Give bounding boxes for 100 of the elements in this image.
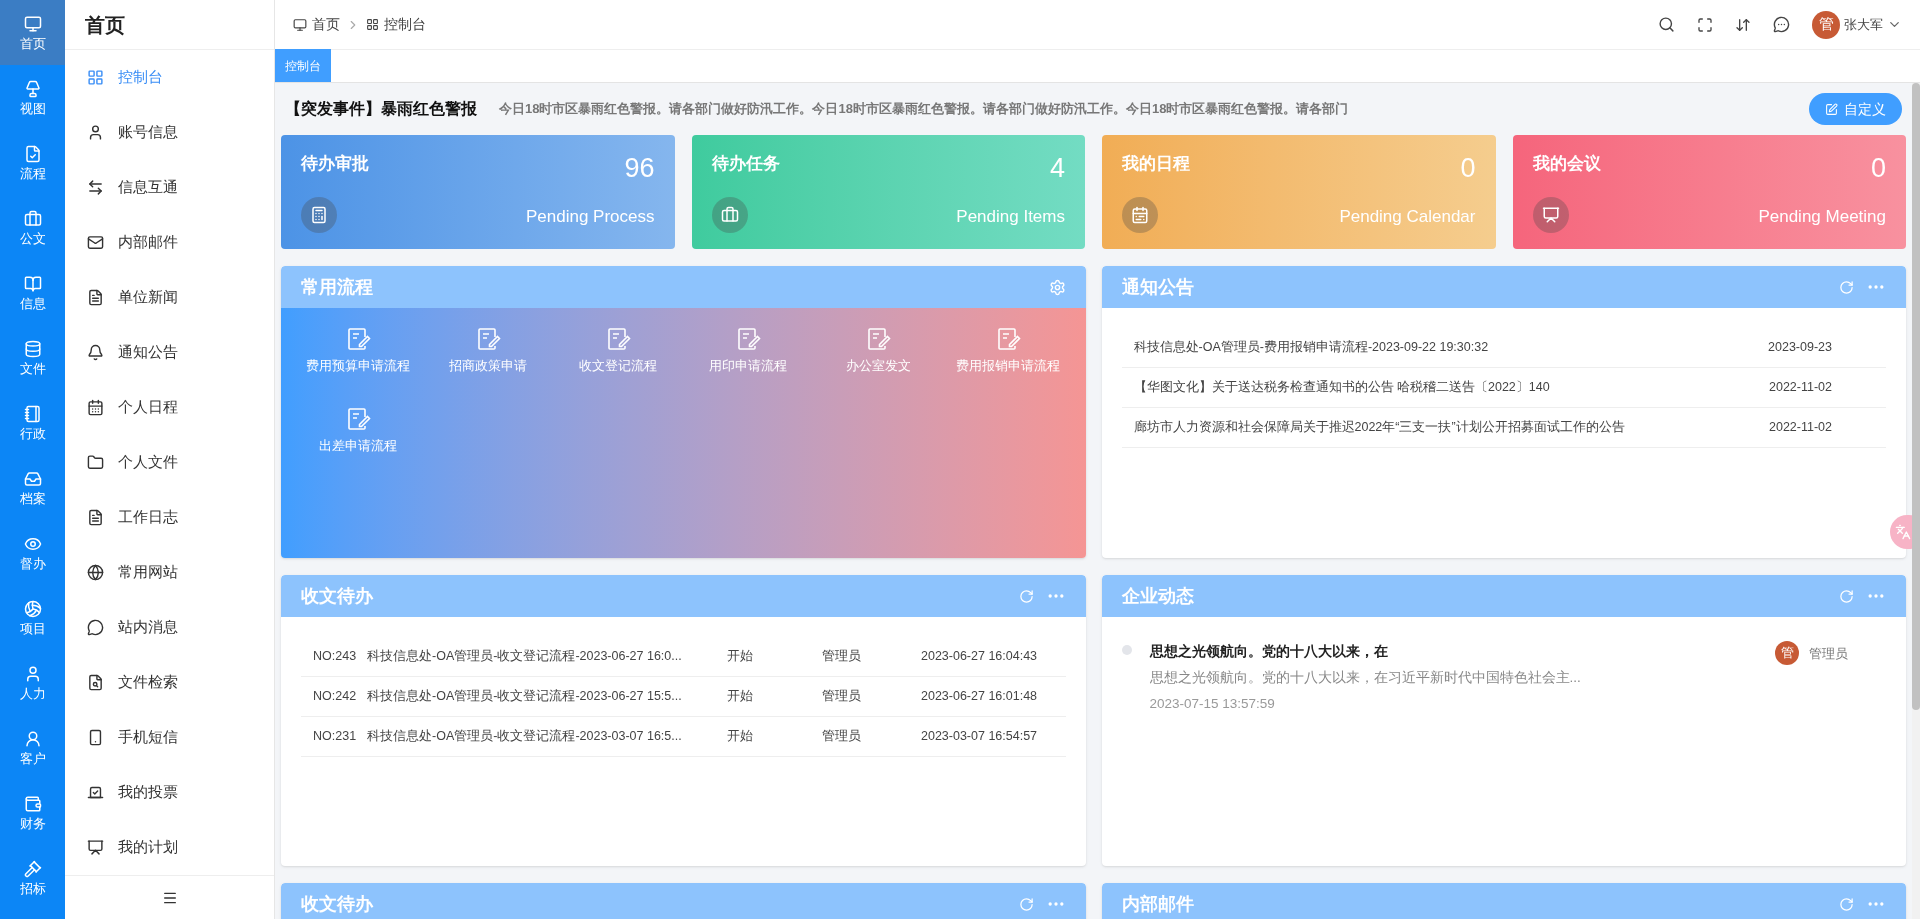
notice-link[interactable]: 【华图文化】关于送达税务检查通知书的公告 哈税稽二送告〔2022〕140: [1133, 378, 1550, 397]
rail-item[interactable]: 档案: [0, 455, 65, 520]
sidebar-item[interactable]: 个人文件: [65, 435, 274, 490]
page-tab[interactable]: 控制台: [275, 49, 331, 82]
document-icon: [87, 509, 104, 526]
vote-icon: [87, 784, 104, 801]
chat-icon: [87, 619, 104, 636]
rail-item[interactable]: 首页: [0, 0, 65, 65]
inbox-link[interactable]: 科技信息处-OA管理员-收文登记流程-2023-03-07 16:5...: [367, 727, 727, 746]
inbox-link[interactable]: 科技信息处-OA管理员-收文登记流程-2023-06-27 16:0...: [367, 647, 727, 666]
sidebar-item[interactable]: 控制台: [65, 50, 274, 105]
breadcrumb-link[interactable]: 控制台: [384, 14, 426, 35]
search-icon[interactable]: [1658, 16, 1675, 33]
rail-item[interactable]: 项目: [0, 585, 65, 650]
sidebar-item[interactable]: 单位新闻: [65, 270, 274, 325]
sidebar-item[interactable]: 文件检索: [65, 655, 274, 710]
mail-icon: [87, 234, 104, 251]
notice-link[interactable]: 科技信息处-OA管理员-费用报销申请流程-2023-09-22 19:30:32: [1133, 338, 1489, 357]
refresh-icon[interactable]: [1839, 279, 1854, 295]
monitor-icon: [293, 17, 307, 32]
news-time: 2023-07-15 13:57:59: [1149, 695, 1276, 714]
refresh-icon[interactable]: [1839, 588, 1854, 604]
rail-item[interactable]: 客户: [0, 715, 65, 780]
notice-date: 2022-11-02: [1769, 419, 1832, 437]
sidebar-item[interactable]: 账号信息: [65, 105, 274, 160]
sidebar-item[interactable]: 工作日志: [65, 490, 274, 545]
sidebar-item[interactable]: 内部邮件: [65, 215, 274, 270]
table-cell-text: 管理员: [822, 648, 862, 666]
panel-title: 通知公告: [1121, 275, 1194, 299]
refresh-icon[interactable]: [1018, 896, 1034, 912]
scrollbar-thumb[interactable]: [1912, 83, 1920, 710]
edit-document-icon: [345, 405, 372, 432]
table-cell-text: 开始: [727, 688, 754, 706]
rail-item[interactable]: 视图: [0, 65, 65, 130]
flow-shortcut[interactable]: 办公室发文: [813, 326, 944, 376]
stat-card[interactable]: 我的日程 0 Pending Calendar: [1102, 135, 1496, 249]
refresh-icon[interactable]: [1839, 896, 1854, 912]
flow-shortcut[interactable]: 费用预算申请流程: [293, 326, 424, 376]
table-cell-text: NO:242: [313, 688, 358, 706]
alert-marquee-text: 今日18时市区暴雨红色警报。请各部门做好防汛工作。今日18时市区暴雨红色警报。请各部门做好防汛工作。今日18时市区暴雨红色警报。请各部门: [499, 100, 1349, 119]
flow-shortcut[interactable]: 费用报销申请流程: [943, 326, 1074, 376]
sidebar-item[interactable]: 站内消息: [65, 600, 274, 655]
rail-item[interactable]: 信息: [0, 260, 65, 325]
customize-button[interactable]: 自定义: [1809, 93, 1902, 125]
wallet-icon: [23, 795, 42, 813]
flow-shortcut[interactable]: 招商政策申请: [423, 326, 554, 376]
user-avatar[interactable]: 管: [1812, 10, 1840, 39]
arrows-icon[interactable]: [1735, 16, 1751, 33]
news-title[interactable]: 思想之光领航向。党的十八大以来，在: [1149, 641, 1581, 662]
sidebar-item[interactable]: 个人日程: [65, 380, 274, 435]
panel-title: 内部邮件: [1121, 892, 1194, 916]
rail-item[interactable]: 财务: [0, 780, 65, 845]
briefcase-icon: [711, 197, 748, 233]
breadcrumb-link[interactable]: 首页: [312, 14, 340, 35]
rail-item[interactable]: 文件: [0, 325, 65, 390]
rail-item[interactable]: 督办: [0, 520, 65, 585]
stat-count: 0: [1460, 155, 1476, 182]
monitor-icon: [23, 15, 42, 33]
rail-item[interactable]: 行政: [0, 390, 65, 455]
panel-title: 收文待办: [301, 892, 373, 916]
rail-item[interactable]: 流程: [0, 130, 65, 195]
presentation-icon: [1532, 197, 1569, 233]
table-cell-text: NO:231: [313, 728, 358, 746]
sidebar-item[interactable]: 我的计划: [65, 820, 274, 875]
sidebar-item[interactable]: 通知公告: [65, 325, 274, 380]
stat-count: 4: [1049, 155, 1065, 182]
sidebar-item[interactable]: 我的投票: [65, 765, 274, 820]
rail-item[interactable]: 人力: [0, 650, 65, 715]
grid-icon: [87, 69, 104, 86]
flow-shortcut[interactable]: 出差申请流程: [293, 405, 424, 455]
book-icon: [23, 275, 42, 293]
stat-card[interactable]: 待办审批 96 Pending Process: [281, 135, 675, 249]
sidebar-item[interactable]: 常用网站: [65, 545, 274, 600]
settings-icon[interactable]: [1048, 278, 1066, 296]
notice-link[interactable]: 廊坊市人力资源和社会保障局关于推迟2022年“三支一扶”计划公开招募面试工作的公告: [1133, 418, 1625, 437]
stat-card[interactable]: 待办任务 4 Pending Items: [691, 135, 1085, 249]
rail-item[interactable]: 招标: [0, 845, 65, 910]
inbox-link[interactable]: 科技信息处-OA管理员-收文登记流程-2023-06-27 15:5...: [367, 687, 727, 706]
chart-board-icon: [87, 839, 104, 856]
table-cell-text: 管理员: [822, 688, 862, 706]
fullscreen-icon[interactable]: [1697, 16, 1713, 33]
document-icon: [87, 289, 104, 306]
user-icon: [23, 730, 42, 748]
calendar-icon: [87, 399, 104, 416]
refresh-icon[interactable]: [1018, 588, 1034, 604]
sidebar-item[interactable]: 信息互通: [65, 160, 274, 215]
chat-icon[interactable]: [1773, 16, 1790, 33]
user-name[interactable]: 张大军: [1844, 14, 1883, 35]
stat-card[interactable]: 我的会议 0 Pending Meeting: [1512, 135, 1906, 249]
sidebar-item[interactable]: 手机短信: [65, 710, 274, 765]
stat-title: 我的日程: [1122, 153, 1190, 175]
calculator-icon: [301, 197, 337, 233]
stat-subtitle: Pending Meeting: [1758, 205, 1886, 228]
rail-item[interactable]: 公文: [0, 195, 65, 260]
flow-shortcut[interactable]: 用印申请流程: [683, 326, 814, 376]
grid-icon: [366, 18, 379, 31]
lamp-icon: [23, 80, 42, 98]
author-avatar: 管: [1775, 641, 1799, 665]
flow-shortcut[interactable]: 收文登记流程: [553, 326, 684, 376]
table-cell-text: NO:243: [313, 648, 358, 666]
